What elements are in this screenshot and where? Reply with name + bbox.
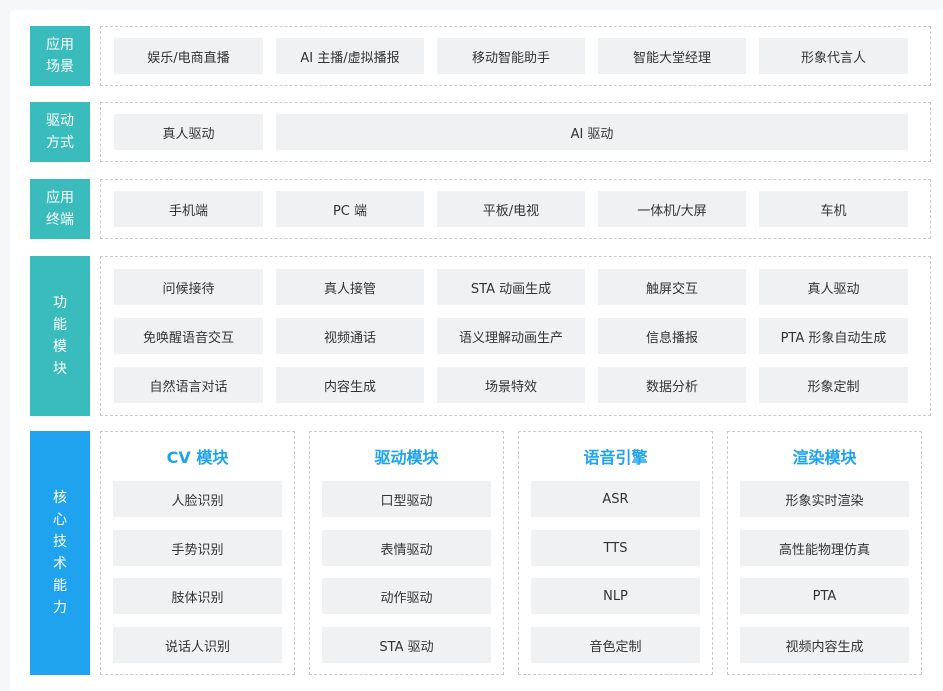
core-chip[interactable]: 口型驱动 bbox=[322, 481, 491, 517]
core-chip[interactable]: 表情驱动 bbox=[322, 530, 491, 566]
label-line: 终端 bbox=[46, 212, 74, 228]
drive-content: 真人驱动 AI 驱动 bbox=[100, 102, 931, 162]
core-column-cv: CV 模块 人脸识别 手势识别 肢体识别 说话人识别 bbox=[100, 431, 295, 675]
architecture-panel: 应用 场景 娱乐/电商直播 AI 主播/虚拟播报 移动智能助手 智能大堂经理 形… bbox=[10, 10, 943, 691]
function-chip[interactable]: 真人驱动 bbox=[759, 269, 908, 305]
core-chip[interactable]: 手势识别 bbox=[113, 530, 282, 566]
terminal-chip[interactable]: 手机端 bbox=[114, 191, 263, 227]
row-label-functions: 功 能 模 块 bbox=[30, 256, 90, 416]
row-scenarios: 应用 场景 娱乐/电商直播 AI 主播/虚拟播报 移动智能助手 智能大堂经理 形… bbox=[30, 26, 931, 86]
function-chip[interactable]: PTA 形象自动生成 bbox=[759, 318, 908, 354]
column-title: 渲染模块 bbox=[792, 448, 857, 467]
row-functions: 功 能 模 块 问候接待 真人接管 STA 动画生成 触屏交互 真人驱动 免唤醒… bbox=[30, 256, 931, 416]
column-title: 语音引擎 bbox=[583, 448, 648, 467]
label-line: 能 bbox=[53, 578, 67, 594]
column-title: CV 模块 bbox=[166, 448, 229, 467]
function-chip[interactable]: STA 动画生成 bbox=[437, 269, 585, 305]
core-column-drive: 驱动模块 口型驱动 表情驱动 动作驱动 STA 驱动 bbox=[309, 431, 504, 675]
terminal-chip[interactable]: 车机 bbox=[759, 191, 908, 227]
core-column-speech: 语音引擎 ASR TTS NLP 音色定制 bbox=[518, 431, 713, 675]
row-label-drive: 驱动 方式 bbox=[30, 102, 90, 162]
label-line: 模 bbox=[53, 339, 67, 355]
scenario-chip[interactable]: AI 主播/虚拟播报 bbox=[276, 38, 424, 74]
scenario-chip[interactable]: 形象代言人 bbox=[759, 38, 908, 74]
core-column-render: 渲染模块 形象实时渲染 高性能物理仿真 PTA 视频内容生成 bbox=[727, 431, 922, 675]
row-label-core: 核 心 技 术 能 力 bbox=[30, 431, 90, 675]
core-chip[interactable]: STA 驱动 bbox=[322, 627, 491, 663]
label-line: 驱动 bbox=[46, 113, 74, 129]
row-label-terminals: 应用 终端 bbox=[30, 179, 90, 239]
label-line: 能 bbox=[53, 317, 67, 333]
function-chip[interactable]: 信息播报 bbox=[598, 318, 746, 354]
scenario-chip[interactable]: 智能大堂经理 bbox=[598, 38, 746, 74]
scenario-chip[interactable]: 移动智能助手 bbox=[437, 38, 585, 74]
core-chip[interactable]: ASR bbox=[531, 481, 700, 517]
core-chip[interactable]: TTS bbox=[531, 530, 700, 566]
core-chip[interactable]: PTA bbox=[740, 578, 909, 614]
drive-chip[interactable]: 真人驱动 bbox=[114, 114, 263, 150]
core-chip[interactable]: 形象实时渲染 bbox=[740, 481, 909, 517]
row-label-scenarios: 应用 场景 bbox=[30, 26, 90, 86]
label-line: 技 bbox=[53, 534, 67, 550]
row-drive: 驱动 方式 真人驱动 AI 驱动 bbox=[30, 102, 931, 162]
function-chip[interactable]: 形象定制 bbox=[759, 367, 908, 403]
label-line: 应用 bbox=[46, 190, 74, 206]
function-chip[interactable]: 免唤醒语音交互 bbox=[114, 318, 263, 354]
function-chip[interactable]: 问候接待 bbox=[114, 269, 263, 305]
core-chip[interactable]: 人脸识别 bbox=[113, 481, 282, 517]
label-line: 应用 bbox=[46, 37, 74, 53]
label-line: 块 bbox=[53, 361, 67, 377]
label-line: 核 bbox=[53, 490, 67, 506]
functions-content: 问候接待 真人接管 STA 动画生成 触屏交互 真人驱动 免唤醒语音交互 视频通… bbox=[100, 256, 931, 416]
row-core: 核 心 技 术 能 力 CV 模块 人脸识别 手势识别 肢体识别 说话人识别 驱… bbox=[30, 431, 931, 675]
core-chip[interactable]: 视频内容生成 bbox=[740, 627, 909, 663]
core-chip[interactable]: 动作驱动 bbox=[322, 578, 491, 614]
label-line: 功 bbox=[53, 295, 67, 311]
function-chip[interactable]: 数据分析 bbox=[598, 367, 746, 403]
core-chip[interactable]: NLP bbox=[531, 578, 700, 614]
core-chip[interactable]: 高性能物理仿真 bbox=[740, 530, 909, 566]
label-line: 术 bbox=[53, 556, 67, 572]
row-terminals: 应用 终端 手机端 PC 端 平板/电视 一体机/大屏 车机 bbox=[30, 179, 931, 239]
function-chip[interactable]: 内容生成 bbox=[276, 367, 424, 403]
core-chip[interactable]: 音色定制 bbox=[531, 627, 700, 663]
label-line: 心 bbox=[53, 512, 67, 528]
column-title: 驱动模块 bbox=[374, 448, 439, 467]
terminals-content: 手机端 PC 端 平板/电视 一体机/大屏 车机 bbox=[100, 179, 931, 239]
function-chip[interactable]: 真人接管 bbox=[276, 269, 424, 305]
terminal-chip[interactable]: PC 端 bbox=[276, 191, 424, 227]
core-chip[interactable]: 肢体识别 bbox=[113, 578, 282, 614]
scenario-chip[interactable]: 娱乐/电商直播 bbox=[114, 38, 263, 74]
drive-chip[interactable]: AI 驱动 bbox=[276, 114, 908, 150]
terminal-chip[interactable]: 平板/电视 bbox=[437, 191, 585, 227]
function-chip[interactable]: 触屏交互 bbox=[598, 269, 746, 305]
terminal-chip[interactable]: 一体机/大屏 bbox=[598, 191, 746, 227]
scenarios-content: 娱乐/电商直播 AI 主播/虚拟播报 移动智能助手 智能大堂经理 形象代言人 bbox=[100, 26, 931, 86]
function-chip[interactable]: 自然语言对话 bbox=[114, 367, 263, 403]
function-chip[interactable]: 场景特效 bbox=[437, 367, 585, 403]
label-line: 场景 bbox=[46, 59, 74, 75]
label-line: 方式 bbox=[46, 135, 74, 151]
label-line: 力 bbox=[53, 600, 67, 616]
function-chip[interactable]: 语义理解动画生产 bbox=[437, 318, 585, 354]
function-chip[interactable]: 视频通话 bbox=[276, 318, 424, 354]
core-chip[interactable]: 说话人识别 bbox=[113, 627, 282, 663]
